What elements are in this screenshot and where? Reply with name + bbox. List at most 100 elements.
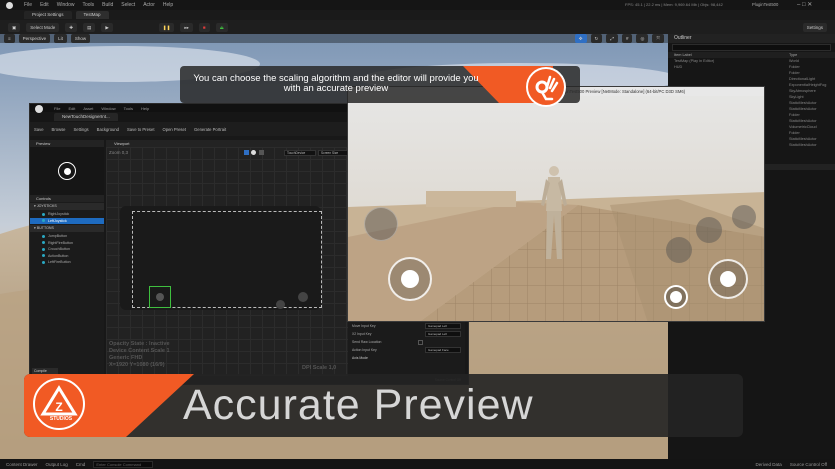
menu-window[interactable]: Window: [57, 2, 75, 8]
action-button-circle[interactable]: [364, 207, 398, 241]
generate-portrait-button[interactable]: Generate Portrait: [194, 127, 226, 132]
content-drawer-button[interactable]: Content Drawer: [6, 462, 38, 467]
designer-asset-tab[interactable]: NewTouchDesignerInt...: [54, 113, 118, 121]
menu-build[interactable]: Build: [102, 2, 113, 8]
eject-icon[interactable]: ⏏: [215, 22, 228, 32]
designer-left-column: Preview Controls ▾ JOYSTICKS RightJoysti…: [30, 140, 104, 376]
stats-readout: FPS: 45.1 | 22.2 ms | Mem: 9,969.64 Mb |…: [625, 2, 723, 7]
add-actor-icon[interactable]: ✚: [65, 22, 78, 32]
source-control-button[interactable]: Source Control Off: [790, 462, 827, 467]
studio-name: STUDIOS: [49, 416, 73, 422]
open-preset-button[interactable]: Open Preset: [162, 127, 186, 132]
menu-edit[interactable]: Edit: [40, 2, 49, 8]
sequencer-icon[interactable]: ▶: [101, 22, 113, 32]
console-input[interactable]: Enter Console Command: [93, 460, 154, 468]
save-icon[interactable]: ▣: [8, 22, 21, 32]
joystick-thumb-icon: [156, 293, 164, 301]
widget-icon: [42, 219, 45, 223]
select-mode-button[interactable]: Select Mode: [26, 22, 60, 32]
tab-testmap[interactable]: TestMap: [75, 11, 109, 19]
device-select[interactable]: TouchDevice: [284, 150, 316, 156]
designer-menu-window[interactable]: Window: [101, 106, 115, 111]
output-log-button[interactable]: Output Log: [46, 462, 68, 467]
tab-project-settings[interactable]: Project Settings: [24, 11, 72, 19]
translate-icon[interactable]: ✥: [574, 34, 587, 43]
designer-settings-button[interactable]: Settings: [74, 127, 89, 132]
axis-mode-section[interactable]: Axis Mode: [348, 354, 465, 362]
menu-help[interactable]: Help: [163, 2, 173, 8]
unreal-logo-icon: [6, 1, 13, 9]
lit-button[interactable]: Lit: [54, 34, 67, 43]
move-input-key-row: Move Input Key Gamepad Left: [348, 322, 465, 330]
derived-data-button[interactable]: Derived Data: [756, 462, 782, 467]
grid-snap-icon[interactable]: #: [621, 34, 633, 43]
menu-select[interactable]: Select: [121, 2, 135, 8]
show-button[interactable]: Show: [70, 34, 91, 43]
action-input-key-select[interactable]: Gamepad Face: [425, 347, 461, 353]
row-label: X2 Input Key: [352, 332, 372, 336]
fire-button-circle[interactable]: [732, 205, 756, 229]
x2-input-key-select[interactable]: Gamepad Left: [425, 331, 461, 337]
logo-mark: Z: [55, 400, 62, 414]
item-label: LeftJoystick: [48, 218, 67, 223]
button-dot-icon[interactable]: [276, 300, 285, 309]
menu-file[interactable]: File: [24, 2, 32, 8]
screen-size-select[interactable]: Screen Size: [318, 150, 348, 156]
game-preview-window[interactable]: PluginTest500 Preview [NetMode: Standalo…: [347, 86, 765, 322]
designer-canvas[interactable]: Zoom 0,3 TouchDevice Screen Size Opacity…: [106, 147, 349, 376]
designer-save-button[interactable]: Save: [34, 127, 44, 132]
x2-input-key-row: X2 Input Key Gamepad Left: [348, 330, 465, 338]
designer-menu-tools[interactable]: Tools: [124, 106, 133, 111]
mannequin-character-image: [541, 166, 567, 259]
cmd-button[interactable]: Cmd: [76, 462, 86, 467]
right-joystick-thumb[interactable]: [720, 271, 736, 287]
hierarchy-item-leftjoystick[interactable]: LeftJoystick: [30, 217, 104, 224]
buttons-group-header[interactable]: ▾ BUTTONS: [30, 225, 104, 232]
rotate-icon[interactable]: ↻: [590, 34, 603, 43]
widget-icon: [42, 260, 45, 264]
editor-tabs: Project Settings TestMap: [0, 10, 835, 20]
blueprint-icon[interactable]: ▤: [83, 22, 96, 32]
designer-browse-button[interactable]: Browse: [52, 127, 66, 132]
hierarchy-item-leftfirebutton[interactable]: LeftFireButton: [30, 259, 104, 266]
opacity-state: Opacity State : Inactive: [109, 341, 170, 347]
move-input-key-select[interactable]: Gamepad Left: [425, 323, 461, 329]
save-to-preset-button[interactable]: Save to Preset: [127, 127, 154, 132]
stop-icon[interactable]: ■: [198, 22, 210, 32]
joysticks-label: JOYSTICKS: [36, 204, 57, 208]
camera-speed-icon[interactable]: ◎: [636, 34, 649, 43]
window-controls[interactable]: – □ ✕: [797, 0, 812, 10]
viewport-panel-title: Viewport: [106, 140, 349, 147]
button-dot-icon[interactable]: [298, 292, 308, 302]
crouch-button-circle[interactable]: [696, 217, 722, 243]
widget-icon: [42, 241, 45, 245]
jump-button-circle[interactable]: [666, 237, 692, 263]
circle-tool-icon[interactable]: [251, 150, 256, 155]
joysticks-group-header[interactable]: ▾ JOYSTICKS: [30, 203, 104, 210]
resolution: X=1920 Y=1080 (16/9): [109, 362, 165, 368]
canvas-info: Opacity State : Inactive Device Content …: [109, 341, 249, 369]
designer-menu-file[interactable]: File: [54, 106, 60, 111]
designer-menu-help[interactable]: Help: [141, 106, 149, 111]
grid-tool-icon[interactable]: [259, 150, 264, 155]
select-tool-icon[interactable]: [244, 150, 249, 155]
outliner-search-input[interactable]: [672, 44, 831, 51]
viewport-menu-icon[interactable]: ≡: [4, 34, 15, 43]
send-raw-location-checkbox[interactable]: [418, 339, 423, 345]
editor-toolbar: ▣ Select Mode ✚ ▤ ▶ ❚❚ ▸▸ ■ ⏏ Settings: [0, 20, 835, 34]
device-name: Generic FHD: [109, 355, 143, 361]
designer-menu-edit[interactable]: Edit: [68, 106, 75, 111]
perspective-button[interactable]: Perspective: [18, 34, 51, 43]
joystick-thumb-icon: [63, 167, 71, 175]
menu-tools[interactable]: Tools: [82, 2, 94, 8]
widget-icon: [42, 247, 45, 251]
menu-actor[interactable]: Actor: [143, 2, 155, 8]
scale-icon[interactable]: ⤢: [606, 34, 618, 43]
skip-icon[interactable]: ▸▸: [180, 22, 193, 32]
left-joystick-thumb[interactable]: [401, 270, 419, 288]
designer-menu-asset[interactable]: Asset: [83, 106, 93, 111]
maximize-icon[interactable]: ⤧: [652, 34, 664, 43]
pause-icon[interactable]: ❚❚: [158, 22, 175, 32]
designer-background-button[interactable]: Background: [97, 127, 119, 132]
settings-button[interactable]: Settings: [802, 22, 827, 32]
